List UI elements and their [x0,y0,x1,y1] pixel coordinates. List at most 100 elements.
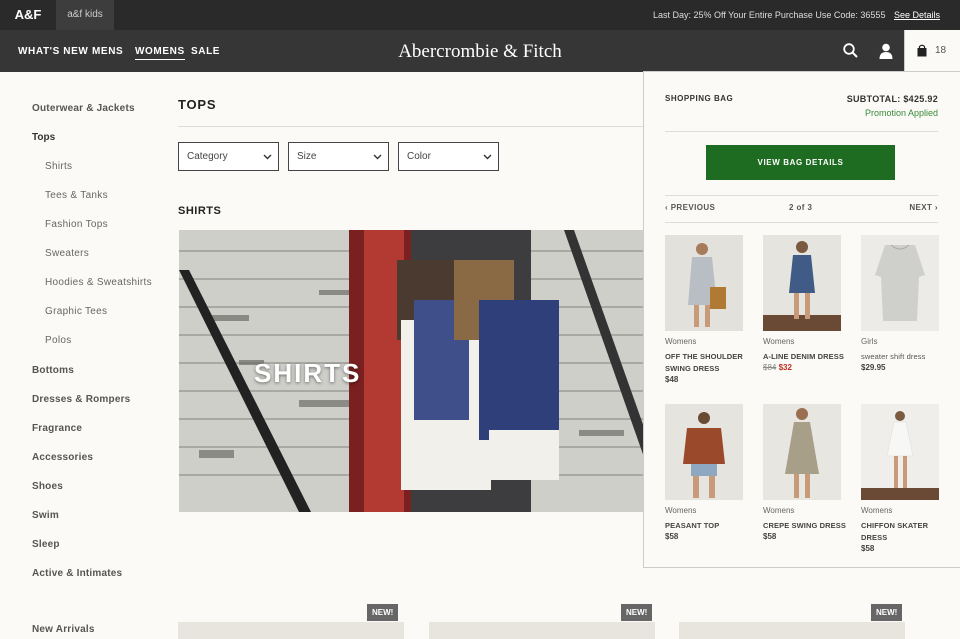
sidebar-outerwear[interactable]: Outerwear & Jackets [32,103,135,114]
product-photo [665,235,743,331]
bag-item-image[interactable] [861,235,939,331]
bag-item-price: $58 [665,532,679,541]
sidebar-fashion-tops[interactable]: Fashion Tops [45,219,108,230]
sidebar-graphic-tees[interactable]: Graphic Tees [45,306,107,317]
product-card-image[interactable] [679,622,905,639]
category-filter[interactable]: Category [178,142,279,171]
sidebar-tees-tanks[interactable]: Tees & Tanks [45,190,108,201]
bag-item-price: $48 [665,375,679,384]
bag-item-price: $84 $32 [763,363,792,372]
bag-item-category: Womens [763,337,795,346]
title-divider [178,126,648,127]
brand-tab-kids[interactable]: a&f kids [56,0,114,30]
size-filter[interactable]: Size [288,142,389,171]
sidebar-sleep[interactable]: Sleep [32,539,60,550]
bag-item-name[interactable]: A-LINE DENIM DRESS [763,351,847,363]
bag-item-name[interactable]: sweater shift dress [861,351,945,363]
promo-message: Last Day: 25% Off Your Entire Purchase U… [653,0,940,30]
sidebar-shoes[interactable]: Shoes [32,481,63,492]
color-filter-label: Color [407,151,431,162]
logo[interactable]: Abercrombie & Fitch [398,41,562,62]
product-photo [665,404,743,500]
previous-label: PREVIOUS [670,203,716,212]
bag-item-category: Girls [861,337,878,346]
next-button[interactable]: NEXT › [909,203,938,212]
account-icon[interactable] [877,42,895,60]
view-bag-details-button[interactable]: VIEW BAG DETAILS [706,145,895,180]
sale-price: $32 [778,363,792,372]
sidebar-shirts[interactable]: Shirts [45,161,72,172]
color-filter[interactable]: Color [398,142,499,171]
bag-item-image[interactable] [665,235,743,331]
sidebar-accessories[interactable]: Accessories [32,452,93,463]
product-photo [861,235,939,331]
next-label: NEXT [909,203,933,212]
main-nav: WHAT'S NEW MENS WOMENS SALE Abercrombie … [0,30,960,72]
chevron-down-icon [373,154,382,160]
bag-item-name[interactable]: CHIFFON SKATER DRESS [861,520,945,544]
bag-divider [665,222,938,223]
hero-image [179,230,645,512]
bag-item-price: $58 [861,544,875,553]
bag-item-category: Womens [665,337,697,346]
bag-item-category: Womens [763,506,795,515]
brand-tab-af[interactable]: A&F [0,0,56,30]
product-photo [861,404,939,500]
product-photo [763,235,841,331]
new-badge: NEW! [871,604,903,621]
bag-count: 18 [935,45,947,56]
bag-item-name[interactable]: OFF THE SHOULDER SWING DRESS [665,351,749,375]
original-price: $84 [763,363,777,372]
shopping-bag-icon [917,44,927,57]
nav-womens-label: WOMENS [135,46,185,60]
bag-item-image[interactable] [665,404,743,500]
hero-title: SHIRTS [254,358,362,388]
bag-item-name[interactable]: CREPE SWING DRESS [763,520,847,532]
page-indicator: 2 of 3 [789,203,813,212]
size-filter-label: Size [297,151,317,162]
bag-item-image[interactable] [763,235,841,331]
search-icon[interactable] [842,42,860,60]
nav-mens[interactable]: MENS [92,30,123,72]
product-card-image[interactable] [429,622,655,639]
sidebar-dresses[interactable]: Dresses & Rompers [32,394,130,405]
sidebar-polos[interactable]: Polos [45,335,72,346]
nav-sale[interactable]: SALE [191,30,220,72]
previous-button[interactable]: ‹ PREVIOUS [665,203,715,212]
sidebar-tops[interactable]: Tops [32,132,55,143]
sidebar-bottoms[interactable]: Bottoms [32,365,74,376]
category-filter-label: Category [187,151,228,162]
new-badge: NEW! [367,604,399,621]
chevron-down-icon [263,154,272,160]
shopping-bag-panel: SHOPPING BAG SUBTOTAL: $425.92 Promotion… [643,71,960,568]
sidebar-sweaters[interactable]: Sweaters [45,248,89,259]
sidebar-hoodies[interactable]: Hoodies & Sweatshirts [45,277,152,288]
product-photo [763,404,841,500]
section-label: SHIRTS [178,205,222,217]
promo-bar: A&F a&f kids Last Day: 25% Off Your Enti… [0,0,960,30]
bag-item-image[interactable] [861,404,939,500]
bag-item-category: Womens [665,506,697,515]
sidebar-new-arrivals[interactable]: New Arrivals [32,624,95,635]
sidebar-fragrance[interactable]: Fragrance [32,423,82,434]
nav-whats-new[interactable]: WHAT'S NEW [18,30,88,72]
sidebar-active-intimates[interactable]: Active & Intimates [32,568,122,579]
bag-subtotal: SUBTOTAL: $425.92 [846,94,938,104]
page-title: TOPS [178,97,217,112]
sidebar-swim[interactable]: Swim [32,510,59,521]
see-details-link[interactable]: See Details [894,10,940,20]
bag-divider [665,195,938,196]
bag-item-name[interactable]: PEASANT TOP [665,520,749,532]
bag-item-price: $58 [763,532,777,541]
new-badge: NEW! [621,604,653,621]
promo-text: Last Day: 25% Off Your Entire Purchase U… [652,10,886,20]
nav-womens[interactable]: WOMENS [135,30,185,72]
bag-divider [665,131,938,132]
product-card-image[interactable] [178,622,404,639]
hero-banner[interactable]: SHIRTS [179,230,645,512]
bag-title: SHOPPING BAG [665,94,734,103]
bag-item-price: $29.95 [861,363,886,372]
promotion-applied: Promotion Applied [864,108,938,118]
shopping-bag-button[interactable]: 18 [904,30,960,72]
bag-item-image[interactable] [763,404,841,500]
